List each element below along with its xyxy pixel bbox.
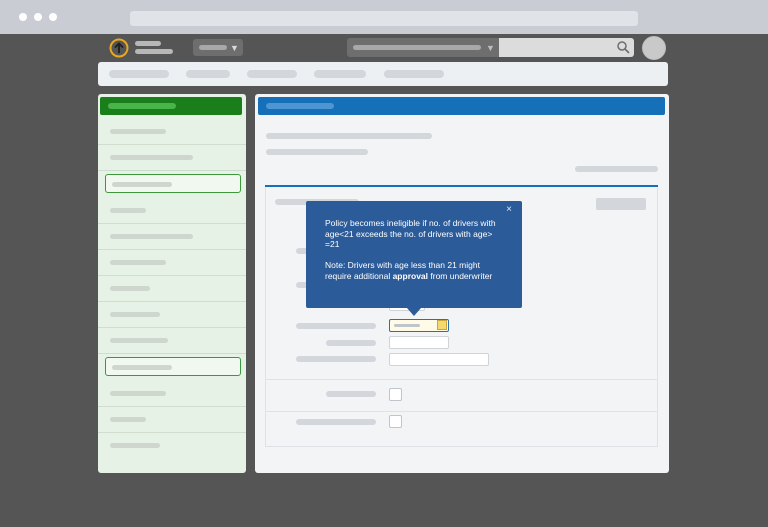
sidebar-item[interactable]: [98, 406, 246, 433]
info-tooltip: × Policy becomes ineligible if no. of dr…: [306, 201, 522, 308]
sidebar-item[interactable]: [98, 301, 246, 328]
field-label: [326, 391, 376, 397]
chevron-down-icon: ▼: [230, 43, 239, 53]
field-input[interactable]: [389, 336, 449, 349]
search-input[interactable]: [499, 38, 634, 57]
sidebar-item[interactable]: [98, 249, 246, 276]
brand-name-placeholder: [135, 41, 161, 46]
nav-item-3[interactable]: [247, 70, 297, 78]
checkbox[interactable]: [389, 388, 402, 401]
description-line-1: [266, 133, 432, 139]
field-input[interactable]: [389, 353, 489, 366]
context-dropdown[interactable]: ▼: [193, 39, 243, 56]
nav-item-5[interactable]: [384, 70, 444, 78]
sidebar-item-selected[interactable]: [98, 353, 246, 379]
sidebar-item[interactable]: [98, 197, 246, 224]
tooltip-rule-text: Policy becomes ineligible if no. of driv…: [325, 218, 496, 249]
nav-item-4[interactable]: [314, 70, 366, 78]
nav-item-2[interactable]: [186, 70, 230, 78]
main-title-placeholder: [266, 103, 334, 109]
meta-text-placeholder: [575, 166, 658, 172]
tooltip-text: Policy becomes ineligible if no. of driv…: [325, 218, 505, 281]
window-close-dot[interactable]: [19, 13, 27, 21]
sidebar-title-placeholder: [108, 103, 176, 109]
section-action-button[interactable]: [596, 198, 646, 210]
address-bar[interactable]: [130, 11, 638, 26]
close-icon[interactable]: ×: [506, 204, 512, 216]
chevron-down-icon: ▼: [486, 43, 495, 53]
row-divider: [265, 379, 658, 380]
window-maximize-dot[interactable]: [49, 13, 57, 21]
search-category-select[interactable]: ▼: [347, 38, 499, 57]
nav-item-1[interactable]: [109, 70, 169, 78]
tooltip-note-text: Note: Drivers with age less than 21 migh…: [325, 260, 493, 281]
field-label: [296, 323, 376, 329]
tooltip-arrow: [407, 308, 421, 316]
date-field[interactable]: [389, 319, 449, 332]
description-line-2: [266, 149, 368, 155]
circle-arrow-up-icon[interactable]: [109, 38, 129, 58]
dropdown-label-placeholder: [199, 45, 227, 50]
sidebar-item[interactable]: [98, 118, 246, 145]
search-category-placeholder: [353, 45, 481, 50]
sidebar-item[interactable]: [98, 144, 246, 171]
window-minimize-dot[interactable]: [34, 13, 42, 21]
tooltip-note-bold: approval: [392, 270, 429, 281]
top-nav: [98, 62, 668, 86]
sidebar-item[interactable]: [98, 380, 246, 407]
field-label: [296, 419, 376, 425]
browser-chrome: [0, 0, 768, 34]
brand-tagline-placeholder: [135, 49, 173, 54]
avatar[interactable]: [642, 36, 666, 60]
sidebar-item[interactable]: [98, 327, 246, 354]
field-label: [296, 356, 376, 362]
sidebar: [98, 94, 246, 473]
main-header: [258, 97, 665, 115]
date-value-placeholder: [394, 324, 420, 327]
sidebar-item-selected[interactable]: [98, 170, 246, 196]
sidebar-item[interactable]: [98, 432, 246, 458]
field-label: [326, 340, 376, 346]
sidebar-item[interactable]: [98, 223, 246, 250]
checkbox[interactable]: [389, 415, 402, 428]
row-divider: [265, 411, 658, 412]
search-icon[interactable]: [616, 40, 630, 54]
sidebar-item[interactable]: [98, 275, 246, 302]
sidebar-header: [100, 97, 242, 115]
calendar-icon[interactable]: [437, 320, 447, 330]
